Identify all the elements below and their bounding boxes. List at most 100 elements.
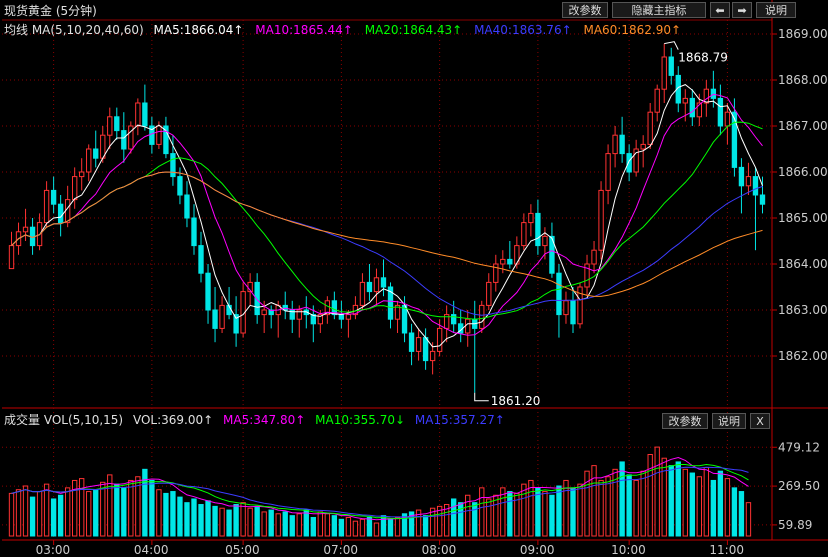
volume-bar [324,513,331,537]
next-arrow-icon[interactable]: ➡ [732,2,752,18]
volume-bar [661,457,667,537]
vol-ma10-value: MA10:355.70↓ [315,413,405,427]
candle-body [205,272,211,311]
prev-arrow-icon[interactable]: ⬅ [710,2,730,18]
candle-body [591,249,597,265]
volume-bar [22,485,29,537]
volume-bar [731,487,738,537]
volume-bar [345,516,352,537]
candle-body [724,111,731,127]
ma-legend-label: 均线 MA(5,10,20,40,60) [4,23,144,37]
candle-body [752,176,759,196]
volume-bar [479,487,485,537]
candle-body [619,134,625,155]
volume-bar [177,496,183,537]
volume-help-button[interactable]: 说明 [712,413,746,429]
volume-bar [184,502,190,537]
ma40-value: MA40:1863.76↑ [474,23,572,37]
volume-bar [156,489,162,537]
candle-body [86,148,92,173]
volume-bar [591,465,597,537]
volume-bar [675,461,681,537]
volume-bar [310,516,316,537]
volume-bar [219,507,225,537]
low-price-annotation: 1861.20 [491,394,541,408]
candle-body [50,189,57,205]
volume-bar [198,504,204,537]
volume-bar [633,479,639,537]
candle-body [535,212,541,247]
volume-bar [745,502,752,537]
time-tick-label: 08:00 [422,543,457,557]
volume-tick-label: 59.89 [778,518,812,532]
volume-bar [528,479,534,537]
volume-bar [331,515,338,537]
candle-body [135,102,141,127]
volume-bar [163,492,169,537]
candle-body [612,134,618,155]
candle-body [107,116,113,136]
candle-body [605,153,611,191]
candle-body [57,203,64,224]
volume-bar [507,491,513,537]
price-tick-label: 1865.00 [778,211,828,225]
volume-bar [458,502,464,537]
volume-bar [570,487,576,537]
hide-main-indicator-button[interactable]: 隐藏主指标 [612,2,706,18]
volume-bar [15,489,22,537]
volume-bar [605,476,611,537]
vol-value: VOL:369.00↑ [133,413,213,427]
help-button[interactable]: 说明 [756,2,796,18]
price-tick-label: 1863.00 [778,303,828,317]
volume-change-params-button[interactable]: 改参数 [662,413,708,429]
volume-bar [205,500,211,537]
volume-bar [366,516,373,537]
volume-bar [338,518,345,537]
candle-body [436,327,443,352]
volume-bar [212,505,218,537]
candle-body [79,171,85,178]
volume-bar [422,515,429,537]
vol-ma5-value: MA5:347.80↑ [223,413,305,427]
chart-window: 1869.00 1868.00 1867.00 1866.00 1865.00 1864.… [0,0,828,557]
volume-bar [149,479,155,537]
volume-bar [394,516,401,537]
candle-body [184,194,190,219]
volume-bar [640,470,646,537]
volume-bar [317,511,323,537]
volume-bar [619,461,625,537]
change-params-button[interactable]: 改参数 [562,2,608,18]
candle-body [64,199,71,224]
volume-bar [373,522,380,537]
close-icon[interactable]: X [750,413,770,429]
volume-bar [268,509,274,537]
volume-bar [247,507,253,537]
candle-body [373,277,380,293]
candle-body [8,245,15,270]
candle-body [345,314,352,320]
volume-bar [696,476,702,537]
volume-bar [254,505,260,537]
candle-body [142,102,148,127]
time-tick-label: 04:00 [134,543,169,557]
volume-tick-label: 269.50 [778,479,820,493]
volume-bar [654,446,660,537]
candle-body [759,194,766,205]
candle-body [465,318,471,334]
volume-bar [598,479,604,537]
candle-body [479,304,485,329]
volume-bar [647,454,653,537]
candle-body [528,212,534,224]
volume-bar [296,513,302,537]
candle-body [745,176,752,187]
candle-body [570,300,576,325]
volume-bar [689,472,695,537]
volume-legend: 成交量 VOL(5,10,15) VOL:369.00↑ MA5:347.80↑… [4,412,505,427]
volume-bar [486,498,492,537]
time-tick-label: 03:00 [36,543,71,557]
candle-body [93,148,99,159]
candle-body [380,277,387,288]
volume-bar [710,479,717,537]
candle-body [598,189,604,251]
candle-body [177,176,183,196]
